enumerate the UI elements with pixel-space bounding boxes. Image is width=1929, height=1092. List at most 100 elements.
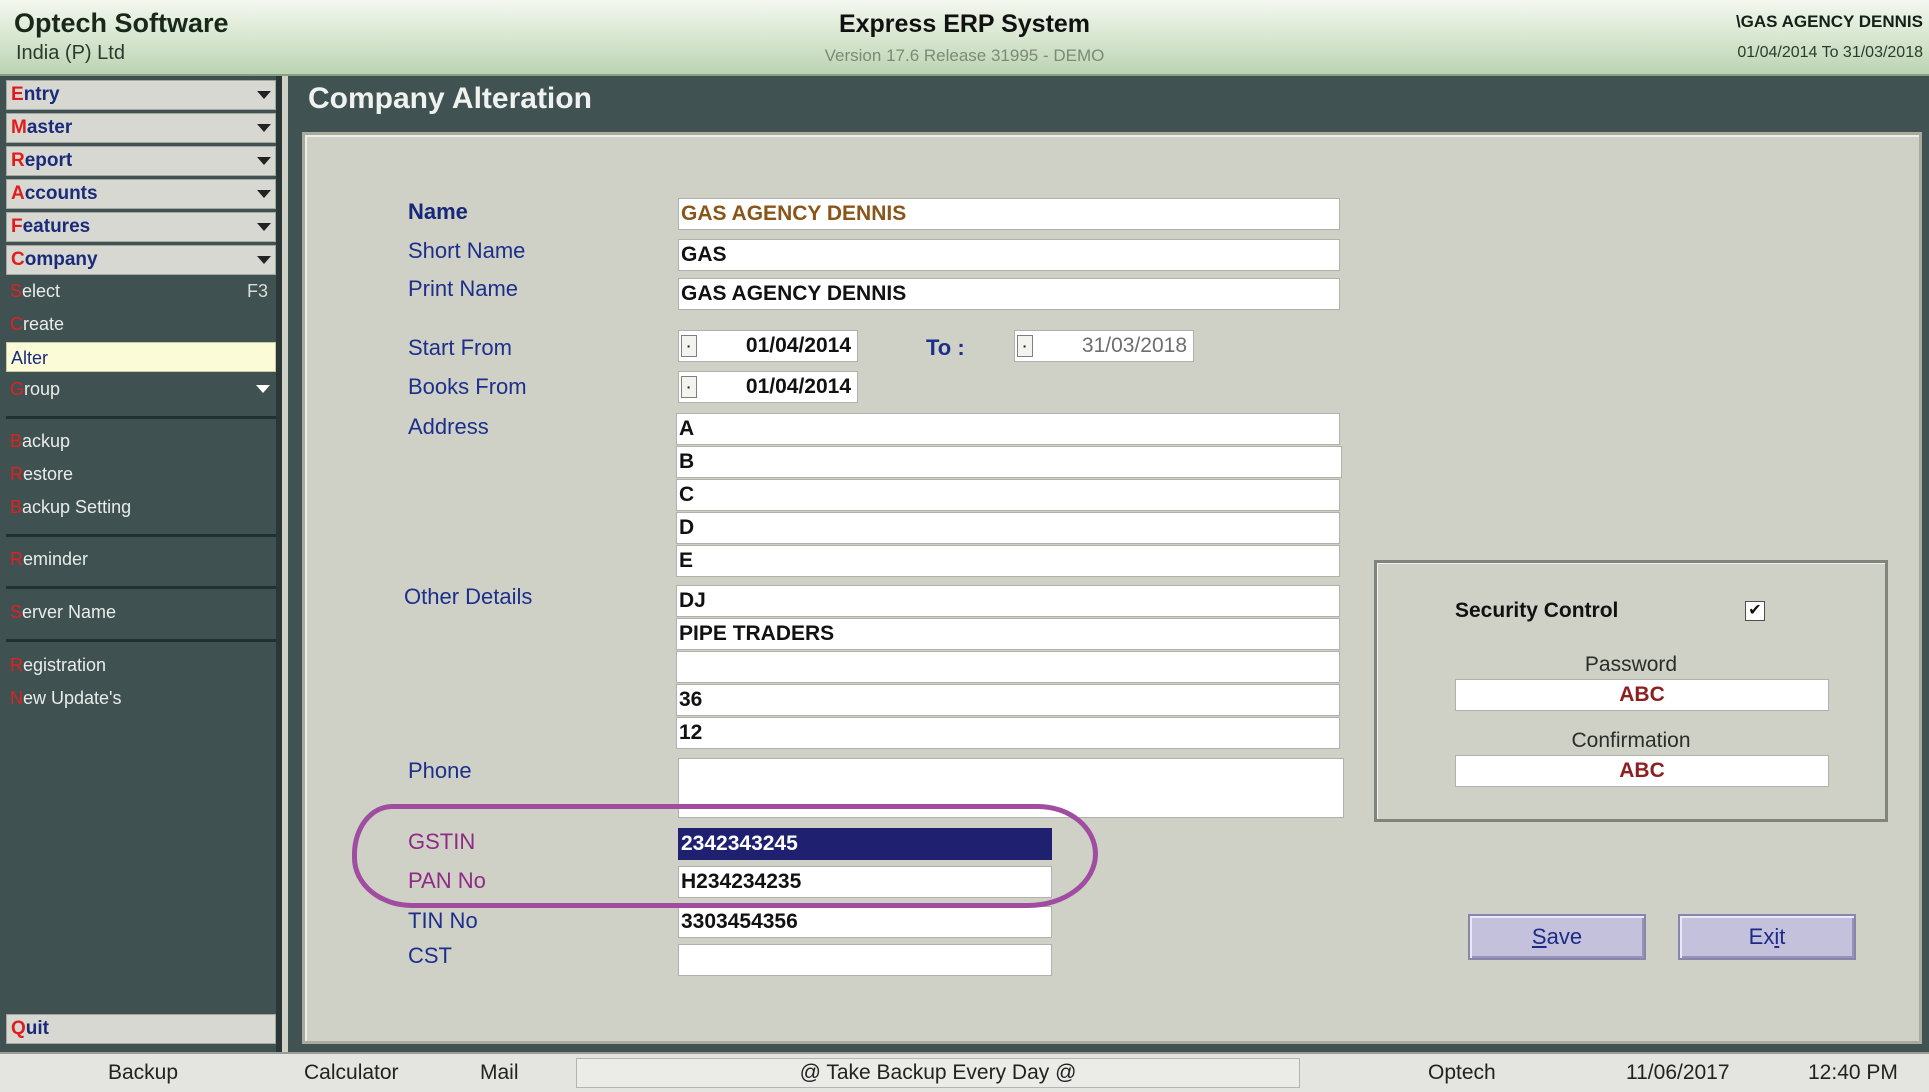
item-label: eminder [23, 549, 89, 569]
menu-label: eatures [22, 216, 91, 237]
start-from-date[interactable]: · 01/04/2014 [678, 330, 858, 362]
sidebar: Entry Master Report Accounts Features Co… [0, 76, 282, 1052]
menu-accounts[interactable]: Accounts [6, 179, 276, 209]
exit-label-pre: Ex [1748, 924, 1775, 949]
sidebar-item-backup-setting[interactable]: Backup Setting [6, 492, 276, 522]
item-label: erver Name [22, 602, 117, 622]
password-field[interactable]: ABC [1455, 679, 1829, 711]
address-label: Address [408, 414, 489, 439]
exit-button[interactable]: Exit [1678, 914, 1856, 960]
books-from-date[interactable]: · 01/04/2014 [678, 371, 858, 403]
chevron-down-icon [257, 157, 271, 165]
other-details-line-5[interactable]: 12 [676, 717, 1340, 749]
item-mnemonic: B [10, 431, 23, 451]
item-label: roup [24, 379, 61, 399]
sidebar-item-restore[interactable]: Restore [6, 459, 276, 489]
name-field[interactable]: GAS AGENCY DENNIS [678, 198, 1340, 230]
start-from-value: 01/04/2014 [745, 334, 851, 357]
books-from-value: 01/04/2014 [745, 375, 851, 398]
status-date: 11/06/2017 [1626, 1061, 1730, 1084]
sidebar-item-create[interactable]: Create [6, 309, 276, 339]
print-name-field[interactable]: GAS AGENCY DENNIS [678, 278, 1340, 310]
item-label: ew Update's [23, 688, 122, 708]
item-mnemonic: R [10, 655, 23, 675]
status-bar: Backup Calculator Mail @ Take Backup Eve… [0, 1052, 1929, 1092]
to-date[interactable]: · 31/03/2018 [1014, 330, 1194, 362]
password-label: Password [1584, 653, 1678, 676]
cst-field[interactable] [678, 944, 1052, 976]
sidebar-item-new-updates[interactable]: New Update's [6, 683, 276, 713]
divider [6, 534, 276, 537]
current-company: \GAS AGENCY DENNIS [1735, 12, 1923, 31]
dropdown-icon[interactable]: · [681, 335, 697, 357]
menu-company[interactable]: Company [6, 245, 276, 275]
to-label: To : [926, 335, 965, 360]
dropdown-icon[interactable]: · [1017, 335, 1033, 357]
sidebar-item-alter[interactable]: Alter [6, 342, 276, 372]
menu-features[interactable]: Features [6, 212, 276, 242]
status-backup[interactable]: Backup [108, 1061, 178, 1085]
start-from-label: Start From [408, 335, 512, 360]
other-details-line-2[interactable]: PIPE TRADERS [676, 618, 1340, 650]
address-line-1[interactable]: A [676, 413, 1340, 445]
address-line-2[interactable]: B [676, 446, 1342, 478]
item-mnemonic: G [10, 379, 25, 399]
item-mnemonic: R [10, 464, 23, 484]
sidebar-item-registration[interactable]: Registration [6, 650, 276, 680]
item-label: lter [23, 348, 49, 368]
menu-mnemonic: A [11, 183, 25, 204]
short-name-field[interactable]: GAS [678, 239, 1340, 271]
status-calculator[interactable]: Calculator [304, 1061, 399, 1085]
save-button[interactable]: Save [1468, 914, 1646, 960]
exit-label: t [1779, 924, 1786, 949]
address-line-3[interactable]: C [676, 479, 1340, 511]
highlight-annotation [352, 804, 1098, 908]
status-message: @ Take Backup Every Day @ [576, 1058, 1300, 1088]
security-control-label: Security Control [1455, 599, 1619, 622]
menu-mnemonic: Q [11, 1018, 26, 1039]
menu-master[interactable]: Master [6, 113, 276, 143]
save-mnemonic: S [1531, 924, 1547, 949]
menu-mnemonic: F [11, 216, 23, 237]
other-details-line-3[interactable] [676, 651, 1340, 683]
chevron-down-icon [257, 91, 271, 99]
chevron-down-icon [256, 385, 270, 393]
address-line-5[interactable]: E [676, 545, 1340, 577]
sidebar-item-reminder[interactable]: Reminder [6, 544, 276, 574]
status-mail[interactable]: Mail [480, 1061, 519, 1085]
short-name-label: Short Name [408, 238, 526, 263]
divider [6, 416, 276, 419]
item-label: egistration [23, 655, 107, 675]
menu-label: aster [26, 117, 73, 138]
phone-label: Phone [408, 758, 472, 783]
chevron-down-icon [257, 223, 271, 231]
address-line-4[interactable]: D [676, 512, 1340, 544]
dropdown-icon[interactable]: · [681, 376, 697, 398]
security-control-checkbox[interactable]: ✔ [1745, 601, 1765, 621]
menu-entry[interactable]: Entry [6, 80, 276, 110]
system-version: Version 17.6 Release 31995 - DEMO [824, 46, 1105, 65]
sidebar-item-server-name[interactable]: Server Name [6, 597, 276, 627]
quit-button[interactable]: Quit [6, 1014, 276, 1044]
shortcut-key: F3 [246, 281, 268, 301]
menu-mnemonic: E [11, 84, 24, 105]
other-details-line-4[interactable]: 36 [676, 684, 1340, 716]
item-mnemonic: S [10, 281, 23, 301]
item-mnemonic: N [10, 688, 23, 708]
item-label: reate [23, 314, 65, 334]
other-details-line-1[interactable]: DJ [676, 585, 1340, 617]
tin-field[interactable]: 3303454356 [678, 906, 1052, 938]
sidebar-item-select[interactable]: Select F3 [6, 276, 276, 306]
sidebar-item-group[interactable]: Group [6, 374, 276, 404]
item-label: ackup [22, 431, 71, 451]
confirmation-field[interactable]: ABC [1455, 755, 1829, 787]
item-mnemonic: S [10, 602, 23, 622]
item-mnemonic: R [10, 549, 23, 569]
divider [6, 586, 276, 589]
print-name-label: Print Name [408, 276, 519, 301]
sidebar-item-backup[interactable]: Backup [6, 426, 276, 456]
cst-label: CST [408, 943, 452, 968]
menu-report[interactable]: Report [6, 146, 276, 176]
menu-mnemonic: M [11, 117, 27, 138]
to-date-value: 31/03/2018 [1081, 334, 1187, 357]
